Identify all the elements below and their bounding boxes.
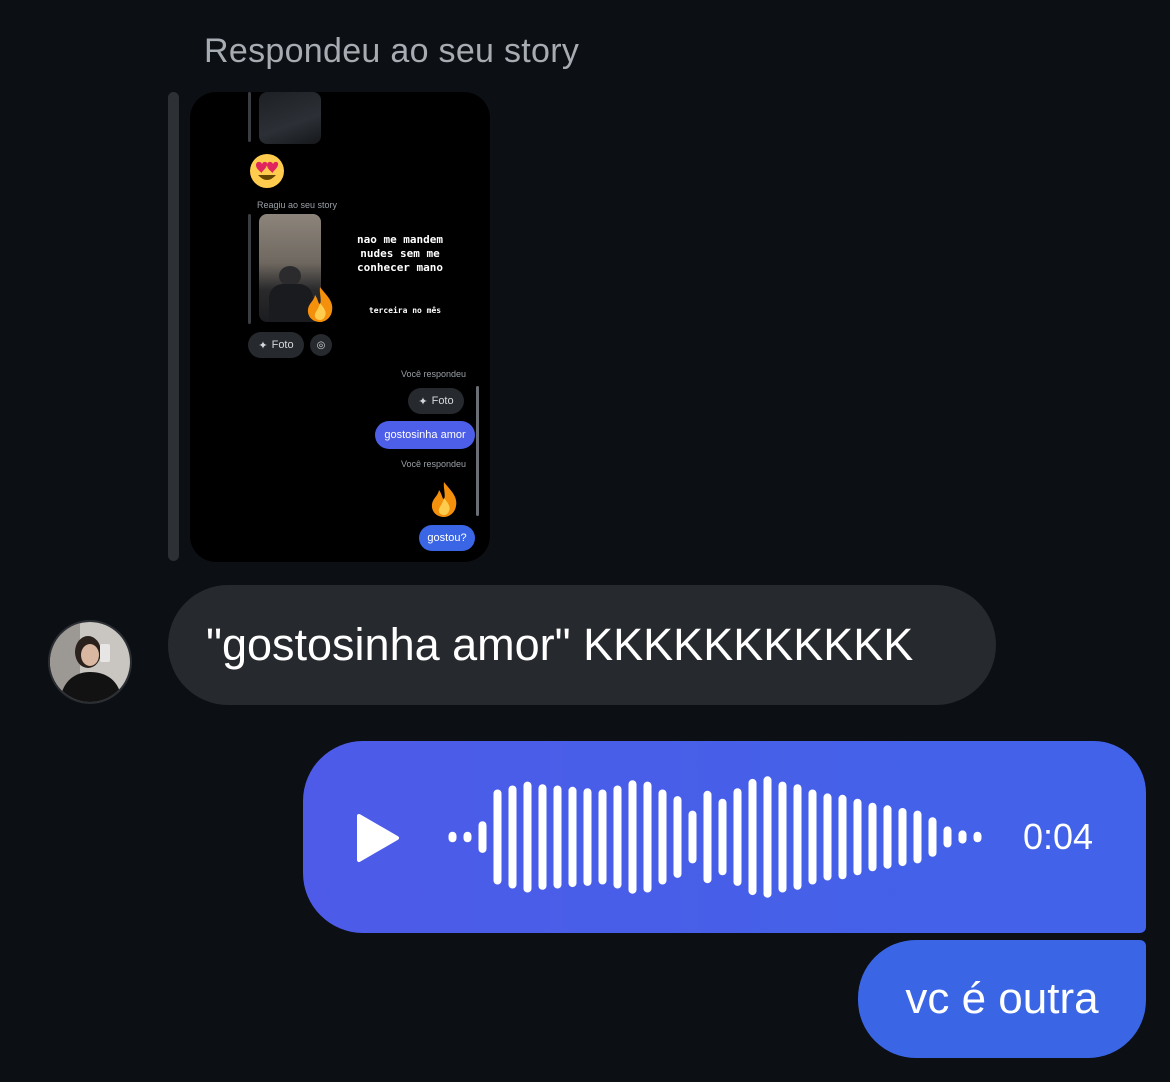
waveform-bar	[913, 810, 922, 864]
waveform-bar	[748, 778, 757, 896]
photo-chip[interactable]: ✦ Foto	[248, 332, 304, 358]
reply-context-label: Respondeu ao seu story	[204, 32, 580, 70]
camera-icon: ◎	[316, 339, 326, 351]
waveform-bar	[658, 789, 667, 885]
waveform-bar	[493, 789, 502, 885]
incoming-message-text: "gostosinha amor" KKKKKKKKKKK	[206, 619, 914, 670]
waveform-bar	[868, 802, 877, 872]
waveform-icon[interactable]	[445, 771, 985, 903]
waveform-bar	[463, 831, 472, 843]
waveform-bar	[898, 808, 907, 867]
redaction-scribble	[218, 287, 238, 367]
reply-line	[476, 386, 479, 516]
story-caption-small: terceira no mês	[368, 306, 442, 315]
quote-bar	[168, 92, 179, 561]
outgoing-message[interactable]: vc é outra	[858, 940, 1146, 1058]
reply-bubble[interactable]: gostosinha amor	[375, 421, 475, 449]
story-preview[interactable]: Reagiu ao seu story nao me mandem nudes …	[190, 92, 490, 562]
play-icon	[357, 814, 399, 862]
fire-emoji	[428, 480, 460, 518]
waveform-bar	[613, 785, 622, 889]
waveform-bar	[628, 780, 637, 894]
waveform-bar	[448, 831, 457, 843]
waveform-bar	[793, 784, 802, 890]
waveform-bar	[688, 810, 697, 864]
waveform-bar	[823, 793, 832, 881]
final-bubble[interactable]: gostou?	[419, 525, 475, 551]
redaction-scribble	[220, 154, 234, 202]
waveform-bar	[973, 831, 982, 843]
waveform-bar	[733, 788, 742, 886]
fire-emoji	[304, 285, 336, 323]
waveform-bar	[523, 781, 532, 893]
reacted-label: Reagiu ao seu story	[257, 200, 338, 210]
you-replied-label-1: Você respondeu	[401, 369, 467, 379]
waveform-bar	[778, 781, 787, 893]
waveform-bar	[718, 798, 727, 876]
voice-message[interactable]: 0:04	[303, 741, 1146, 933]
waveform-bar	[703, 790, 712, 884]
waveform-bar	[838, 794, 847, 880]
waveform-bar	[583, 788, 592, 886]
waveform-bar	[478, 821, 487, 853]
waveform-bar	[643, 781, 652, 893]
you-replied-label-2: Você respondeu	[401, 459, 467, 469]
story-thumbnail-top	[259, 92, 321, 144]
thread-line	[248, 92, 251, 142]
play-button[interactable]	[355, 812, 401, 869]
incoming-message[interactable]: "gostosinha amor" KKKKKKKKKKK	[168, 585, 996, 705]
photo-chip-reply[interactable]: ✦ Foto	[408, 388, 464, 414]
waveform-bar	[958, 830, 967, 844]
photo-icon: ✦	[418, 395, 428, 408]
waveform-bar	[928, 817, 937, 857]
thread-line	[248, 214, 251, 324]
story-caption-line-2: nudes sem me	[360, 247, 440, 260]
waveform-bar	[568, 786, 577, 888]
story-caption-line-1: nao me mandem	[356, 233, 444, 246]
heart-eyes-emoji	[248, 152, 286, 190]
story-caption-line-3: conhecer mano	[356, 261, 444, 274]
waveform-bar	[763, 776, 772, 898]
waveform-bar	[553, 785, 562, 889]
photo-icon: ✦	[258, 339, 268, 352]
waveform-bar	[808, 789, 817, 885]
waveform-bar	[883, 805, 892, 869]
camera-button[interactable]: ◎	[310, 334, 332, 356]
outgoing-message-text: vc é outra	[905, 974, 1099, 1023]
waveform-bar	[853, 798, 862, 876]
waveform-bar	[508, 785, 517, 889]
waveform-bar	[538, 784, 547, 890]
waveform-bar	[673, 796, 682, 878]
voice-duration: 0:04	[1023, 816, 1094, 857]
avatar[interactable]	[48, 620, 132, 704]
waveform-bar	[598, 789, 607, 885]
waveform-bar	[943, 826, 952, 848]
